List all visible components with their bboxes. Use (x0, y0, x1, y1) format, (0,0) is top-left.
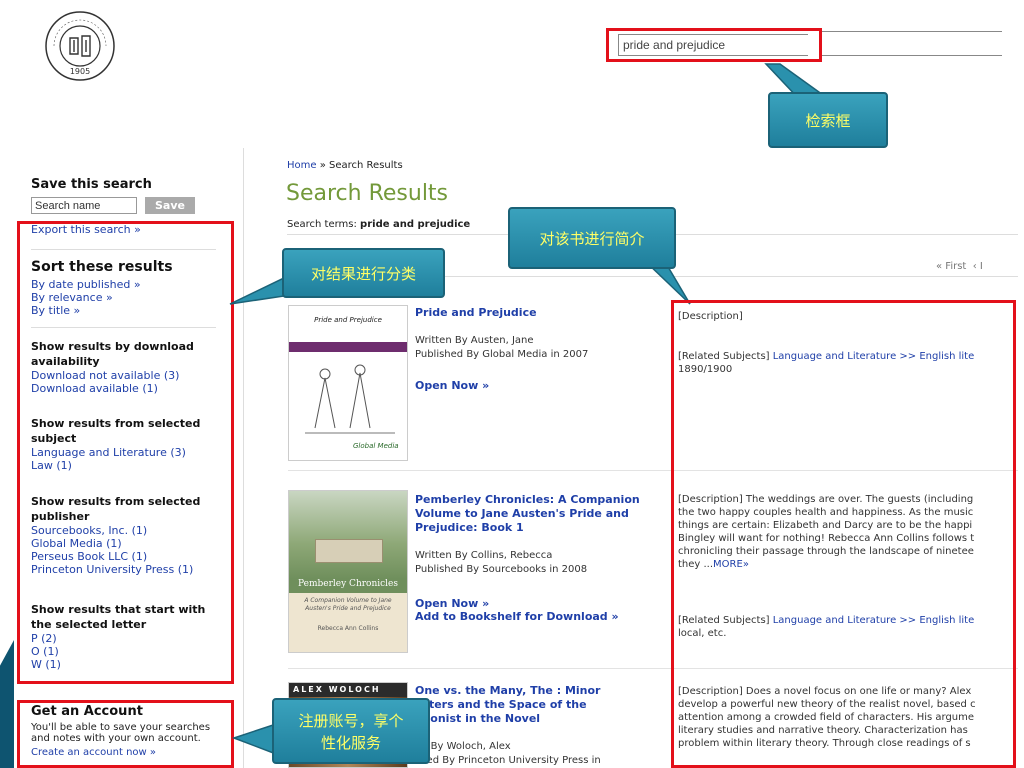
sort-options: By date published » By relevance » By ti… (31, 278, 226, 317)
publisher-filter: Show results from selected publisher Sou… (31, 494, 226, 576)
callout-book-summary: 对该书进行简介 (508, 207, 676, 269)
sidebar-divider (243, 148, 244, 768)
open-now-link[interactable]: Open Now » (415, 597, 489, 611)
sidebar-separator (31, 249, 216, 250)
book-title-link[interactable]: Pride and Prejudice (415, 306, 650, 320)
filter-publisher-perseus[interactable]: Perseus Book LLC (1) (31, 550, 226, 563)
related-subject-link[interactable]: 1890/1900 (678, 363, 1013, 376)
publisher-filter-title: Show results from selected publisher (31, 495, 201, 523)
callout-sort-results: 对结果进行分类 (282, 248, 445, 298)
account-title: Get an Account (31, 704, 143, 719)
save-button[interactable]: Save (145, 197, 195, 214)
pager-first-link[interactable]: « First (936, 261, 966, 272)
subject-filter-title: Show results from selected subject (31, 417, 201, 445)
related-subject-link[interactable]: local, etc. (678, 627, 1013, 640)
filter-publisher-princeton[interactable]: Princeton University Press (1) (31, 563, 226, 576)
add-to-bookshelf-link[interactable]: Add to Bookshelf for Download » (415, 610, 619, 624)
filter-download-not-available[interactable]: Download not available (3) (31, 369, 226, 382)
breadcrumb-home-link[interactable]: Home (287, 160, 317, 171)
pager-prev-link[interactable]: ‹ I (973, 261, 983, 272)
callout-register-account: 注册账号，享个 性化服务 (272, 698, 430, 764)
filter-download-available[interactable]: Download available (1) (31, 382, 226, 395)
filter-subject-language-literature[interactable]: Language and Literature (3) (31, 446, 226, 459)
open-now-link[interactable]: Open Now » (415, 379, 489, 393)
more-link[interactable]: MORE» (713, 559, 749, 570)
filter-letter-p[interactable]: P (2) (31, 632, 226, 645)
book-description: [Description] The weddings are over. The… (678, 494, 975, 570)
search-box-highlight (606, 28, 822, 62)
callout-pointer-sort (229, 276, 285, 305)
filter-subject-law[interactable]: Law (1) (31, 459, 226, 472)
related-subjects: [Related Subjects] Language and Literatu… (678, 615, 975, 626)
book-meta: en By Woloch, Alex shed By Princeton Uni… (415, 741, 601, 766)
callout-search-box: 检索框 (768, 92, 888, 148)
slide-accent-shape (0, 640, 14, 768)
filter-publisher-global-media[interactable]: Global Media (1) (31, 537, 226, 550)
book-cover[interactable]: Pemberley Chronicles A Companion Volume … (288, 490, 408, 653)
page-title: Search Results (286, 181, 449, 206)
letter-filter-title: Show results that start with the selecte… (31, 603, 206, 631)
related-subjects: [Related Subjects] Language and Literatu… (678, 351, 975, 362)
sort-results-title: Sort these results (31, 259, 173, 275)
account-description: You'll be able to save your searches and… (31, 722, 211, 744)
download-filter-title: Show results by download availability (31, 340, 194, 368)
book-title-link[interactable]: One vs. the Many, The : Minor acters and… (415, 684, 650, 726)
book-description: [Description] (678, 311, 743, 322)
save-search-title: Save this search (31, 177, 152, 192)
breadcrumb-current: Search Results (329, 160, 403, 171)
university-logo: 1905 (45, 11, 115, 81)
export-search-link[interactable]: Export this search » (31, 223, 141, 236)
pagination: « First ‹ I (936, 261, 983, 272)
search-name-input[interactable] (31, 197, 137, 214)
svg-text:1905: 1905 (70, 67, 90, 76)
sort-by-title-link[interactable]: By title » (31, 304, 226, 317)
book-meta: Written By Collins, Rebecca Published By… (415, 550, 588, 575)
related-subject-link[interactable]: Language and Literature >> English lite (773, 351, 975, 362)
sort-by-relevance-link[interactable]: By relevance » (31, 291, 226, 304)
breadcrumb: Home » Search Results (287, 160, 403, 171)
letter-filter: Show results that start with the selecte… (31, 602, 226, 671)
search-input-extension[interactable] (822, 31, 1002, 56)
book-meta: Written By Austen, Jane Published By Glo… (415, 335, 589, 360)
sort-by-date-link[interactable]: By date published » (31, 278, 226, 291)
book-title-link[interactable]: Pemberley Chronicles: A Companion Volume… (415, 493, 650, 535)
book-cover[interactable]: Pride and Prejudice Global Media (288, 305, 408, 461)
subject-filter: Show results from selected subject Langu… (31, 416, 226, 472)
sidebar-separator (31, 327, 216, 328)
search-input[interactable] (618, 34, 808, 56)
filter-letter-w[interactable]: W (1) (31, 658, 226, 671)
filter-publisher-sourcebooks[interactable]: Sourcebooks, Inc. (1) (31, 524, 226, 537)
search-terms: Search terms: pride and prejudice (287, 219, 471, 230)
related-subject-link[interactable]: Language and Literature >> English lite (773, 615, 975, 626)
create-account-link[interactable]: Create an account now » (31, 746, 156, 759)
book-description: [Description] Does a novel focus on one … (678, 686, 976, 749)
filter-letter-o[interactable]: O (1) (31, 645, 226, 658)
download-filter: Show results by download availability Do… (31, 339, 226, 395)
